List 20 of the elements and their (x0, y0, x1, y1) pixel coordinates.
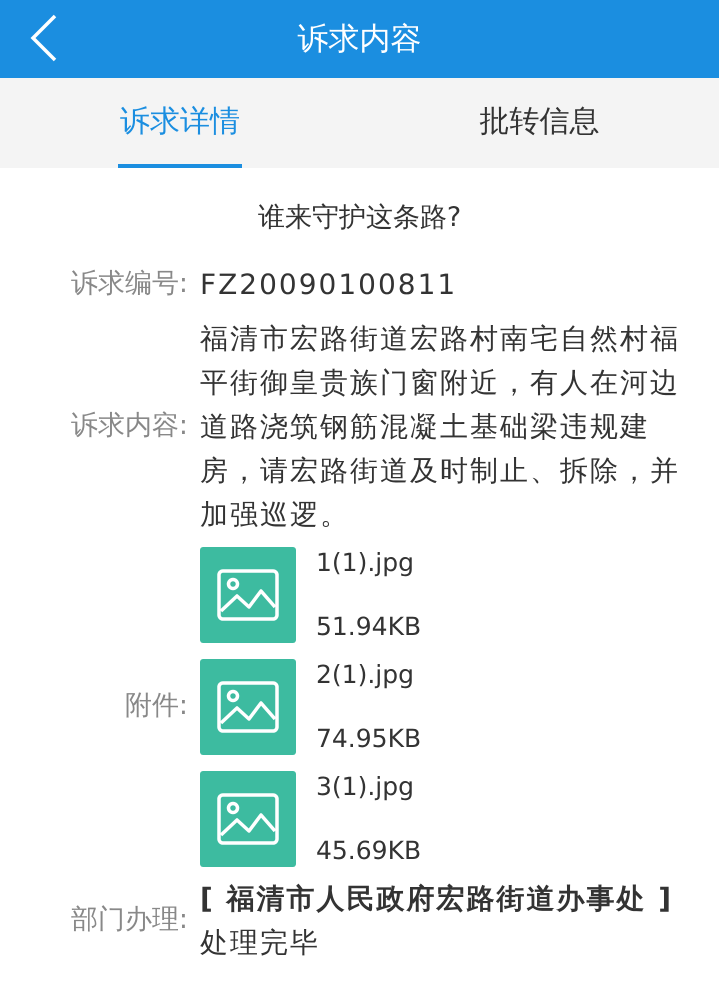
file-size: 45.69KB (316, 834, 422, 866)
field-label: 部门办理: (70, 904, 188, 936)
field-label: 附件: (124, 690, 188, 722)
file-name[interactable]: 3(1).jpg (316, 770, 422, 802)
page-title: 诉求内容 (298, 20, 422, 59)
field-value: 福清市宏路街道宏路村南宅自然村福平街御皇贵族门窗附近，有人在河边道路浇筑钢筋混凝土基础梁违规建房，请宏路街道及时制止、拆除，并加强巡逻。 (200, 320, 681, 532)
back-icon[interactable] (30, 14, 58, 62)
image-file-icon (200, 658, 296, 754)
image-file-icon (200, 770, 296, 866)
field-label: 诉求编号: (70, 268, 188, 300)
file-name[interactable]: 1(1).jpg (316, 546, 422, 578)
subject-title: 谁来守护这条路? (256, 201, 462, 235)
file-name[interactable]: 2(1).jpg (316, 658, 422, 690)
image-file-icon (200, 546, 296, 642)
field-value: [ 福清市人民政府宏路街道办事处 ] 处理完毕 (200, 880, 674, 960)
file-size: 74.95KB (316, 722, 422, 754)
field-label: 诉求内容: (70, 410, 188, 442)
file-size: 51.94KB (316, 610, 422, 642)
tab[interactable]: 批转信息 (477, 78, 602, 168)
field-value: FZ20090100811 (200, 266, 458, 302)
